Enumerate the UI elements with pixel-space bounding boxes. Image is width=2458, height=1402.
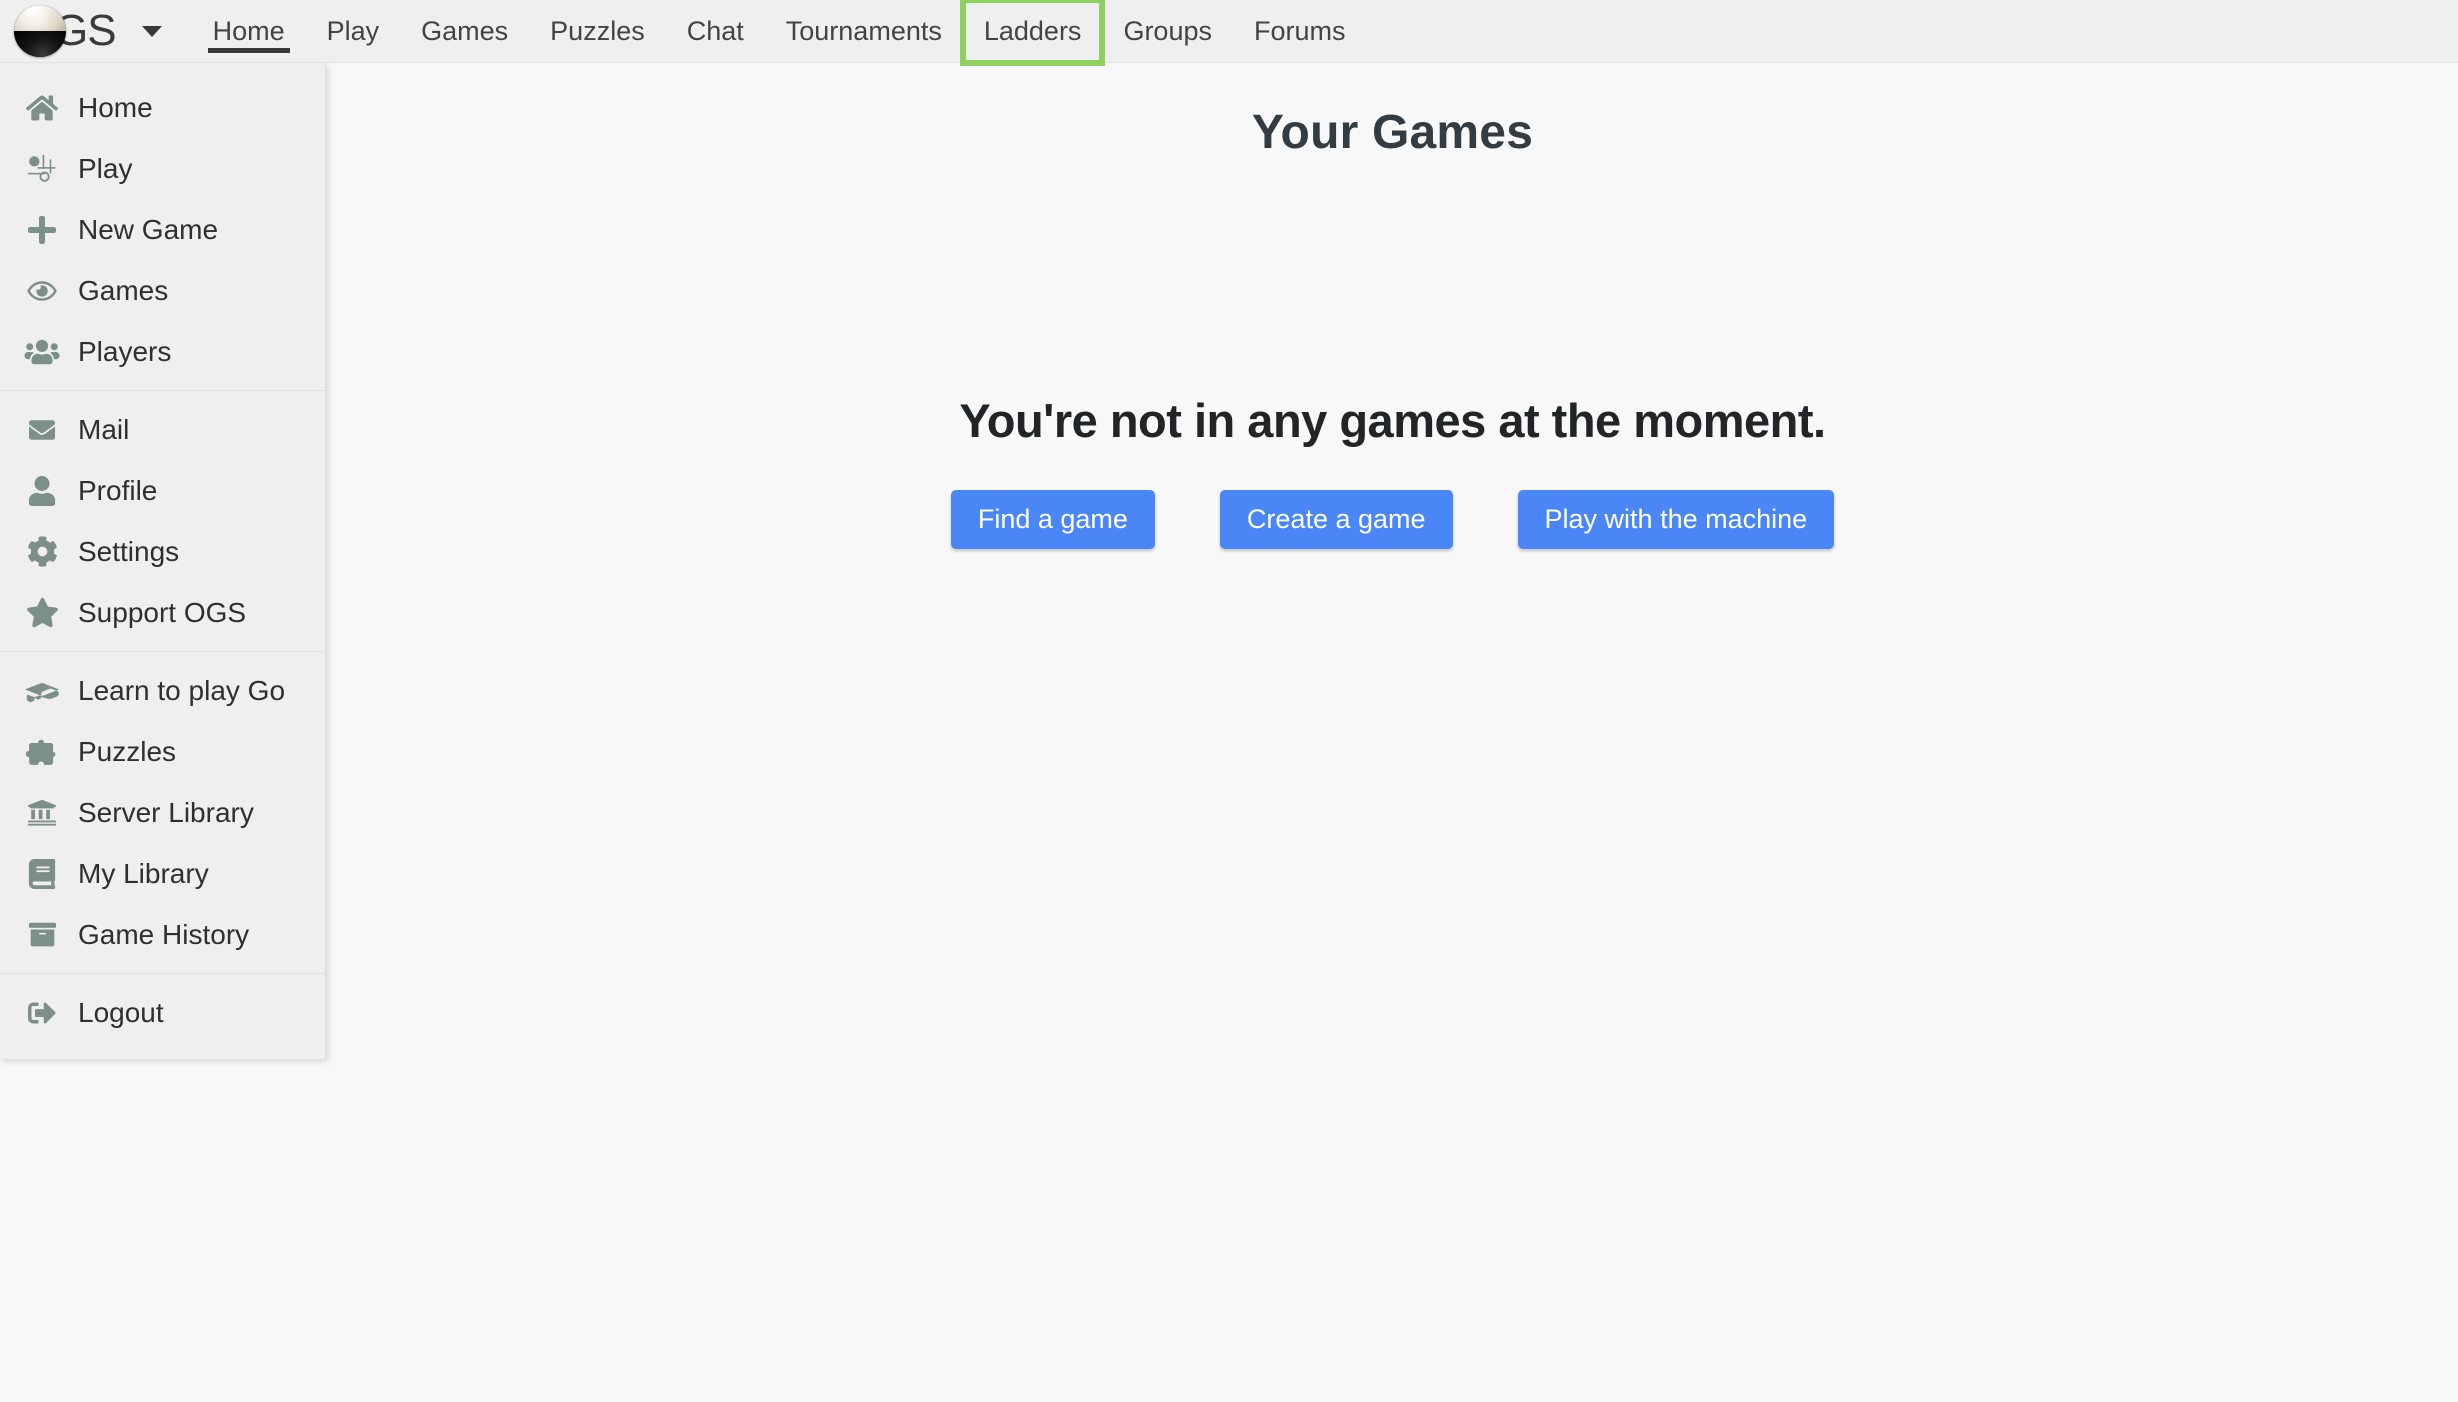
sidebar-item-label: Logout [78,996,164,1028]
go-stone-top-half [14,5,66,31]
sidebar-item-profile[interactable]: Profile [0,460,325,521]
sidebar-group-1: Mail Profile Settings Support OGS [0,390,325,651]
sidebar-item-label: Home [78,91,153,123]
main-content: Your Games You're not in any games at th… [327,63,2458,1402]
nav-link-puzzles[interactable]: Puzzles [529,0,666,63]
sidebar-item-label: Game History [78,918,250,950]
sidebar-item-label: Puzzles [78,735,177,767]
sidebar-item-label: Learn to play Go [78,674,286,706]
sidebar-item-players[interactable]: Players [0,321,325,382]
user-icon [20,475,64,506]
sidebar-item-support-ogs[interactable]: Support OGS [0,582,325,643]
nav-link-ladders[interactable]: Ladders [959,0,1106,66]
play-goban-icon [20,153,64,185]
sidebar-group-2: Learn to play Go Puzzles Server Library My … [0,651,325,973]
sidebar-item-label: Mail [78,413,130,445]
play-with-the-machine-button[interactable]: Play with the machine [1517,490,1835,550]
sidebar-item-label: Server Library [78,796,254,828]
sidebar-group-0: Home Play New Game Games Players [0,69,325,390]
eye-icon [20,278,64,304]
top-navbar: GS Home Play Games Puzzles Chat Tournaments La… [0,0,2458,66]
brand-logo[interactable]: GS [0,0,162,63]
nav-link-home[interactable]: Home [192,0,306,63]
nav-link-groups[interactable]: Groups [1102,0,1233,63]
sidebar-item-label: Profile [78,474,158,506]
nav-link-play[interactable]: Play [306,0,401,63]
sidebar-item-label: Support OGS [78,596,247,628]
plus-icon [20,214,64,246]
sign-out-icon [20,999,64,1027]
sidebar-item-label: My Library [78,857,209,889]
sidebar-item-home[interactable]: Home [0,77,325,138]
nav-link-games[interactable]: Games [400,0,529,63]
nav-link-chat[interactable]: Chat [666,0,765,63]
nav-link-forums[interactable]: Forums [1233,0,1367,63]
go-stone-icon [14,5,66,57]
create-a-game-button[interactable]: Create a game [1219,490,1453,550]
sidebar-item-settings[interactable]: Settings [0,521,325,582]
navbar-links: Home Play Games Puzzles Chat Tournaments Ladde… [192,0,1367,66]
sidebar-item-logout[interactable]: Logout [0,982,325,1043]
envelope-icon [20,417,64,443]
sidebar-item-label: Games [78,274,169,306]
sidebar-item-label: Settings [78,535,180,567]
find-a-game-button[interactable]: Find a game [950,490,1155,550]
sidebar-item-server-library[interactable]: Server Library [0,782,325,843]
sidebar-item-learn-to-play-go[interactable]: Learn to play Go [0,660,325,721]
sidebar-item-puzzles[interactable]: Puzzles [0,721,325,782]
home-icon [20,93,64,123]
nav-link-tournaments[interactable]: Tournaments [765,0,963,63]
star-icon [20,597,64,628]
sidebar-item-my-library[interactable]: My Library [0,843,325,904]
bank-icon [20,798,64,828]
empty-state: You're not in any games at the moment. F… [327,393,2458,550]
go-stone-bottom-half [14,31,66,57]
sidebar-item-label: New Game [78,213,219,245]
sidebar: Home Play New Game Games Players Mail Profile S… [0,63,326,1059]
sidebar-item-label: Play [78,152,133,184]
sidebar-item-game-history[interactable]: Game History [0,904,325,965]
sidebar-item-games[interactable]: Games [0,260,325,321]
sidebar-item-label: Players [78,335,172,367]
users-icon [20,338,64,366]
empty-state-message: You're not in any games at the moment. [959,394,1826,447]
page-title: Your Games [1251,106,1534,159]
sidebar-group-3: Logout [0,973,325,1051]
book-icon [20,858,64,889]
graduation-cap-icon [20,677,64,704]
sidebar-item-mail[interactable]: Mail [0,399,325,460]
sidebar-item-play[interactable]: Play [0,138,325,199]
gear-icon [20,536,64,567]
archive-icon [20,921,64,948]
sidebar-item-new-game[interactable]: New Game [0,199,325,260]
puzzle-piece-icon [20,737,64,767]
chevron-down-icon[interactable] [141,25,162,37]
empty-state-actions: Find a game Create a game Play with the ma… [327,490,2458,550]
